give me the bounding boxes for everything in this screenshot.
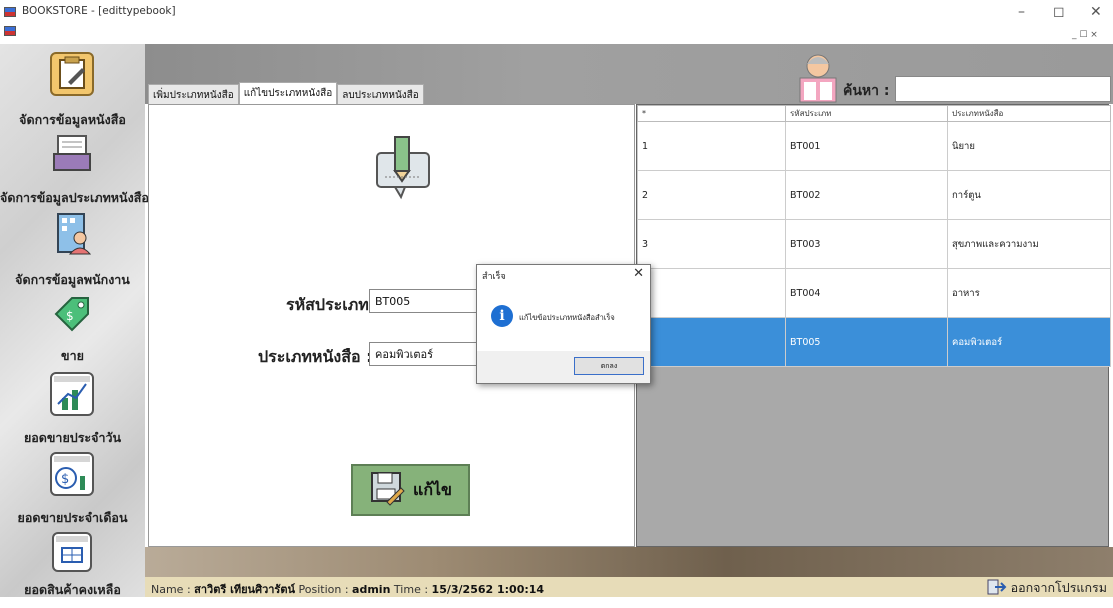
- status-time-label: Time :: [393, 583, 429, 596]
- status-time-value: 15/3/2562 1:00:14: [431, 583, 545, 596]
- daily-chart-icon: [50, 372, 94, 416]
- ok-button[interactable]: ตกลง: [574, 357, 644, 375]
- cell-code[interactable]: BT002: [785, 170, 948, 220]
- tab-bar: เพิ่มประเภทหนังสือ แก้ไขประเภทหนังสือ ลบ…: [148, 82, 424, 104]
- info-icon: i: [491, 305, 513, 327]
- column-header-no[interactable]: *: [637, 105, 786, 122]
- book-type-grid[interactable]: * รหัสประเภท ประเภทหนังสือ 1 BT001 นิยาย…: [636, 104, 1111, 547]
- cell-code[interactable]: BT004: [785, 268, 948, 318]
- search-avatar-icon: [796, 52, 840, 104]
- sidebar-label-sell: ขาย: [61, 348, 84, 363]
- edit-button[interactable]: แก้ไข: [351, 464, 470, 516]
- maximize-button[interactable]: ◻: [1053, 4, 1065, 20]
- sidebar-item-books[interactable]: จัดการข้อมูลหนังสือ: [0, 48, 145, 128]
- sidebar-label-books: จัดการข้อมูลหนังสือ: [19, 112, 126, 127]
- cell-type[interactable]: อาหาร: [947, 268, 1111, 318]
- search-label: ค้นหา :: [843, 83, 890, 99]
- grid-header-row: * รหัสประเภท ประเภทหนังสือ: [637, 105, 1111, 122]
- sidebar-label-daily-sales: ยอดขายประจำวัน: [23, 430, 122, 445]
- type-name-field[interactable]: [369, 342, 479, 366]
- search-input[interactable]: [895, 76, 1111, 102]
- column-header-type[interactable]: ประเภทหนังสือ: [947, 105, 1111, 122]
- type-code-label: รหัสประเภท :: [286, 295, 381, 314]
- edit-button-label: แก้ไข: [413, 479, 452, 499]
- dialog-close-icon[interactable]: ✕: [633, 266, 644, 281]
- status-position-label: Position :: [298, 583, 349, 596]
- cell-no[interactable]: 3: [637, 219, 786, 269]
- cell-type[interactable]: คอมพิวเตอร์: [947, 317, 1111, 367]
- window-title: BOOKSTORE - [edittypebook]: [22, 5, 176, 17]
- status-position-value: admin: [352, 583, 391, 596]
- sidebar-item-employees[interactable]: จัดการข้อมูลพนักงาน: [0, 208, 145, 288]
- cell-no[interactable]: [637, 317, 786, 367]
- cell-code[interactable]: BT005: [785, 317, 948, 367]
- sidebar-item-monthly-sales[interactable]: $ ยอดขายประจำเดือน: [0, 448, 145, 528]
- title-bar: BOOKSTORE - [edittypebook] – ◻ ✕ _ ☐ ×: [0, 0, 1113, 44]
- table-row[interactable]: 3 BT003 สุขภาพและความงาม: [637, 219, 1111, 269]
- dialog-message: แก้ไขข้อประเภทหนังสือสำเร็จ: [519, 313, 615, 322]
- app-icon: [4, 7, 16, 17]
- success-dialog: สำเร็จ ✕ i แก้ไขข้อประเภทหนังสือสำเร็จ ต…: [476, 264, 651, 384]
- background-strip: [145, 547, 1113, 577]
- book-edit-icon: [50, 52, 94, 96]
- cell-code[interactable]: BT001: [785, 121, 948, 171]
- cell-type[interactable]: สุขภาพและความงาม: [947, 219, 1111, 269]
- cell-no[interactable]: 1: [637, 121, 786, 171]
- column-header-code[interactable]: รหัสประเภท: [785, 105, 948, 122]
- table-row[interactable]: BT004 อาหาร: [637, 268, 1111, 318]
- sidebar-label-monthly-sales: ยอดขายประจำเดือน: [17, 510, 128, 525]
- tab-delete-type[interactable]: ลบประเภทหนังสือ: [337, 84, 424, 104]
- tab-edit-type[interactable]: แก้ไขประเภทหนังสือ: [238, 82, 338, 104]
- type-code-field[interactable]: [369, 289, 479, 313]
- status-name-value: สาวิตรี เทียนศิวารัตน์: [194, 583, 295, 596]
- dialog-footer: ตกลง: [477, 351, 650, 383]
- table-row[interactable]: 1 BT001 นิยาย: [637, 121, 1111, 171]
- sidebar-item-inventory[interactable]: ยอดสินค้าคงเหลือ: [0, 528, 145, 608]
- svg-text:$: $: [66, 309, 74, 323]
- status-text: Name : สาวิตรี เทียนศิวารัตน์ Position :…: [151, 580, 544, 598]
- status-name-label: Name :: [151, 583, 191, 596]
- sidebar-item-daily-sales[interactable]: ยอดขายประจำวัน: [0, 368, 145, 448]
- exit-button[interactable]: ออกจากโปรแกรม: [987, 578, 1107, 598]
- price-tag-icon: $: [50, 292, 94, 336]
- sidebar-item-sell[interactable]: $ ขาย: [0, 288, 145, 368]
- cell-type[interactable]: การ์ตูน: [947, 170, 1111, 220]
- table-row[interactable]: 2 BT002 การ์ตูน: [637, 170, 1111, 220]
- inventory-icon: [52, 532, 92, 572]
- employee-building-icon: [50, 208, 94, 255]
- exit-button-label: ออกจากโปรแกรม: [1010, 580, 1107, 595]
- book-comment-icon: [373, 133, 433, 203]
- sidebar-item-book-types[interactable]: จัดการข้อมูลประเภทหนังสือ: [0, 128, 149, 208]
- table-row-selected[interactable]: BT005 คอมพิวเตอร์: [637, 317, 1111, 367]
- dialog-title: สำเร็จ: [482, 272, 506, 282]
- sidebar-label-book-types: จัดการข้อมูลประเภทหนังสือ: [0, 190, 149, 205]
- exit-arrow-icon: [987, 579, 1007, 598]
- tab-add-type[interactable]: เพิ่มประเภทหนังสือ: [148, 84, 239, 104]
- mdi-controls[interactable]: _ ☐ ×: [1072, 30, 1098, 40]
- close-button[interactable]: ✕: [1090, 4, 1102, 20]
- status-bar: Name : สาวิตรี เทียนศิวารัตน์ Position :…: [145, 577, 1113, 597]
- mdi-child-icon[interactable]: [4, 26, 16, 36]
- sidebar-label-inventory: ยอดสินค้าคงเหลือ: [24, 582, 121, 597]
- cell-code[interactable]: BT003: [785, 219, 948, 269]
- sidebar: จัดการข้อมูลหนังสือ จัดการข้อมูลประเภทหน…: [0, 44, 149, 597]
- cell-type[interactable]: นิยาย: [947, 121, 1111, 171]
- floppy-edit-icon: [369, 470, 405, 510]
- cell-no[interactable]: 2: [637, 170, 786, 220]
- cell-no[interactable]: [637, 268, 786, 318]
- type-name-label: ประเภทหนังสือ :: [258, 347, 373, 366]
- svg-text:$: $: [61, 472, 69, 487]
- sidebar-label-employees: จัดการข้อมูลพนักงาน: [15, 272, 130, 287]
- inbox-tray-icon: [50, 130, 94, 174]
- minimize-button[interactable]: –: [1018, 4, 1025, 20]
- monthly-money-icon: $: [50, 452, 94, 496]
